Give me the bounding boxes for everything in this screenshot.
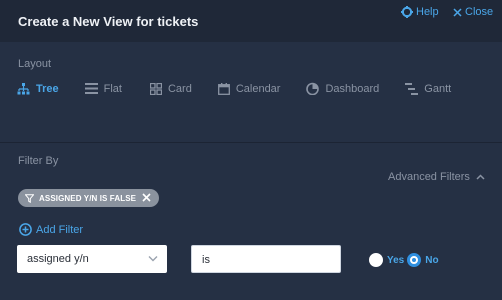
filter-chip: ASSIGNED Y/N IS FALSE [18, 189, 159, 207]
tree-icon [17, 82, 30, 94]
dialog-title: Create a New View for tickets [18, 14, 199, 29]
advanced-filters-label: Advanced Filters [388, 171, 470, 183]
add-circle-icon [19, 223, 32, 236]
filter-operator-value: is [202, 254, 210, 266]
layout-option-flat[interactable]: Flat [84, 82, 122, 95]
add-filter-button[interactable]: Add Filter [19, 223, 83, 236]
layout-option-label: Calendar [235, 82, 281, 95]
chevron-up-icon [476, 174, 485, 180]
layout-option-label: Tree [36, 82, 59, 95]
layout-options: Tree Flat Card Calendar Dashboard Gantt [17, 82, 451, 95]
advanced-filters-toggle[interactable]: Advanced Filters [388, 171, 485, 183]
layout-section: Layout Tree Flat Card Calendar Dashboard… [0, 42, 502, 142]
chevron-down-icon [148, 256, 158, 262]
gantt-icon [405, 82, 419, 95]
layout-option-label: Card [167, 82, 192, 95]
radio-no[interactable] [407, 253, 422, 267]
radio-yes[interactable] [369, 253, 383, 267]
add-filter-label: Add Filter [36, 223, 84, 236]
grid-icon [149, 82, 162, 95]
layout-option-card[interactable]: Card [149, 82, 192, 95]
close-button[interactable]: Close [453, 6, 493, 18]
layout-heading: Layout [18, 58, 52, 70]
layout-option-gantt[interactable]: Gantt [405, 82, 451, 95]
layout-option-label: Gantt [424, 82, 452, 95]
help-icon [401, 6, 413, 18]
layout-option-calendar[interactable]: Calendar [217, 82, 281, 95]
filter-field-value: assigned y/n [27, 253, 89, 265]
dashboard-icon [306, 82, 320, 95]
layout-option-tree[interactable]: Tree [17, 82, 59, 95]
filter-section: Filter By Advanced Filters ASSIGNED Y/N … [0, 142, 502, 300]
filter-operator-field[interactable]: is [191, 245, 341, 273]
close-label: Close [465, 6, 494, 18]
layout-option-label: Dashboard [325, 82, 380, 95]
filter-heading: Filter By [18, 155, 59, 167]
list-icon [84, 83, 98, 94]
filter-value-radios: Yes No [369, 253, 442, 267]
dialog-header: Create a New View for tickets Help Close [0, 0, 502, 42]
filter-icon [25, 193, 34, 203]
remove-filter-icon[interactable] [141, 192, 152, 203]
calendar-icon [217, 82, 230, 95]
radio-yes-label: Yes [387, 254, 405, 266]
help-label: Help [416, 6, 439, 18]
close-icon [453, 7, 462, 17]
filter-chip-label: ASSIGNED Y/N IS FALSE [39, 193, 137, 203]
layout-option-dashboard[interactable]: Dashboard [306, 82, 379, 95]
help-button[interactable]: Help [401, 6, 439, 18]
layout-option-label: Flat [103, 82, 122, 95]
radio-no-label: No [425, 254, 439, 266]
filter-field-select[interactable]: assigned y/n [17, 245, 167, 273]
